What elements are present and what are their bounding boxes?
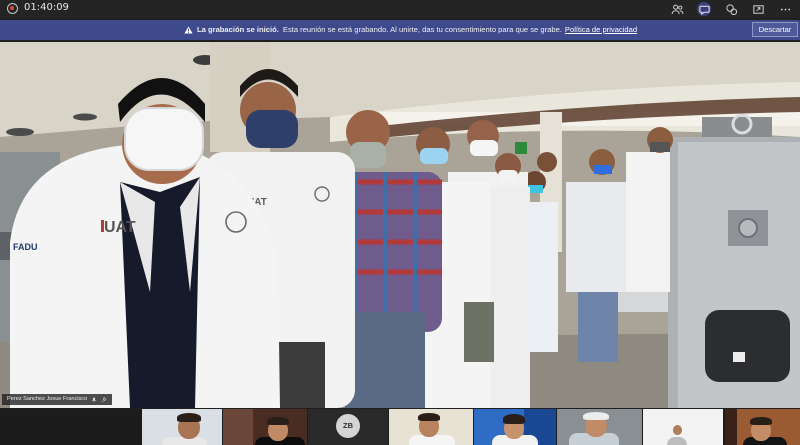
chat-icon[interactable] — [697, 2, 711, 16]
mic-icon — [91, 397, 97, 402]
meeting-timer: 01:40:09 — [24, 2, 69, 13]
pin-icon[interactable] — [101, 396, 107, 403]
shirt-logo-uat: UAT — [104, 219, 136, 236]
participant-thumbnail[interactable] — [223, 409, 307, 445]
privacy-policy-link[interactable]: Política de privacidad — [565, 25, 637, 34]
meeting-topbar: 01:40:09 — [0, 0, 800, 18]
warning-icon — [184, 25, 193, 34]
more-icon[interactable] — [778, 2, 792, 16]
participants-icon[interactable] — [670, 2, 684, 16]
reactions-icon[interactable] — [724, 2, 738, 16]
participant-thumbnail[interactable] — [557, 409, 642, 445]
participant-thumbnail[interactable] — [389, 409, 473, 445]
speaker-name: Perez Sanchez Josue Francisco — [7, 396, 88, 402]
participant-avatar[interactable]: ZB — [336, 414, 360, 438]
banner-message: Esta reunión se está grabando. Al unirte… — [282, 25, 562, 34]
speaker-name-tag: Perez Sanchez Josue Francisco — [2, 394, 113, 405]
share-icon[interactable] — [751, 2, 765, 16]
participant-thumbnail[interactable] — [474, 409, 556, 445]
dismiss-button[interactable]: Descartar — [752, 22, 798, 37]
fadu-badge: FADU — [13, 242, 38, 252]
recording-indicator-icon — [7, 3, 18, 14]
participant-thumbnail[interactable] — [643, 409, 723, 445]
participant-strip — [0, 409, 800, 445]
recording-banner: La grabación se inició. Esta reunión se … — [0, 20, 800, 40]
video-frame: UAT UAT FADU — [0, 42, 800, 408]
main-video-feed[interactable]: UAT UAT FADU — [0, 42, 800, 408]
participant-thumbnail[interactable] — [725, 409, 800, 445]
banner-title: La grabación se inició. — [197, 25, 279, 34]
participant-thumbnail[interactable] — [142, 409, 222, 445]
